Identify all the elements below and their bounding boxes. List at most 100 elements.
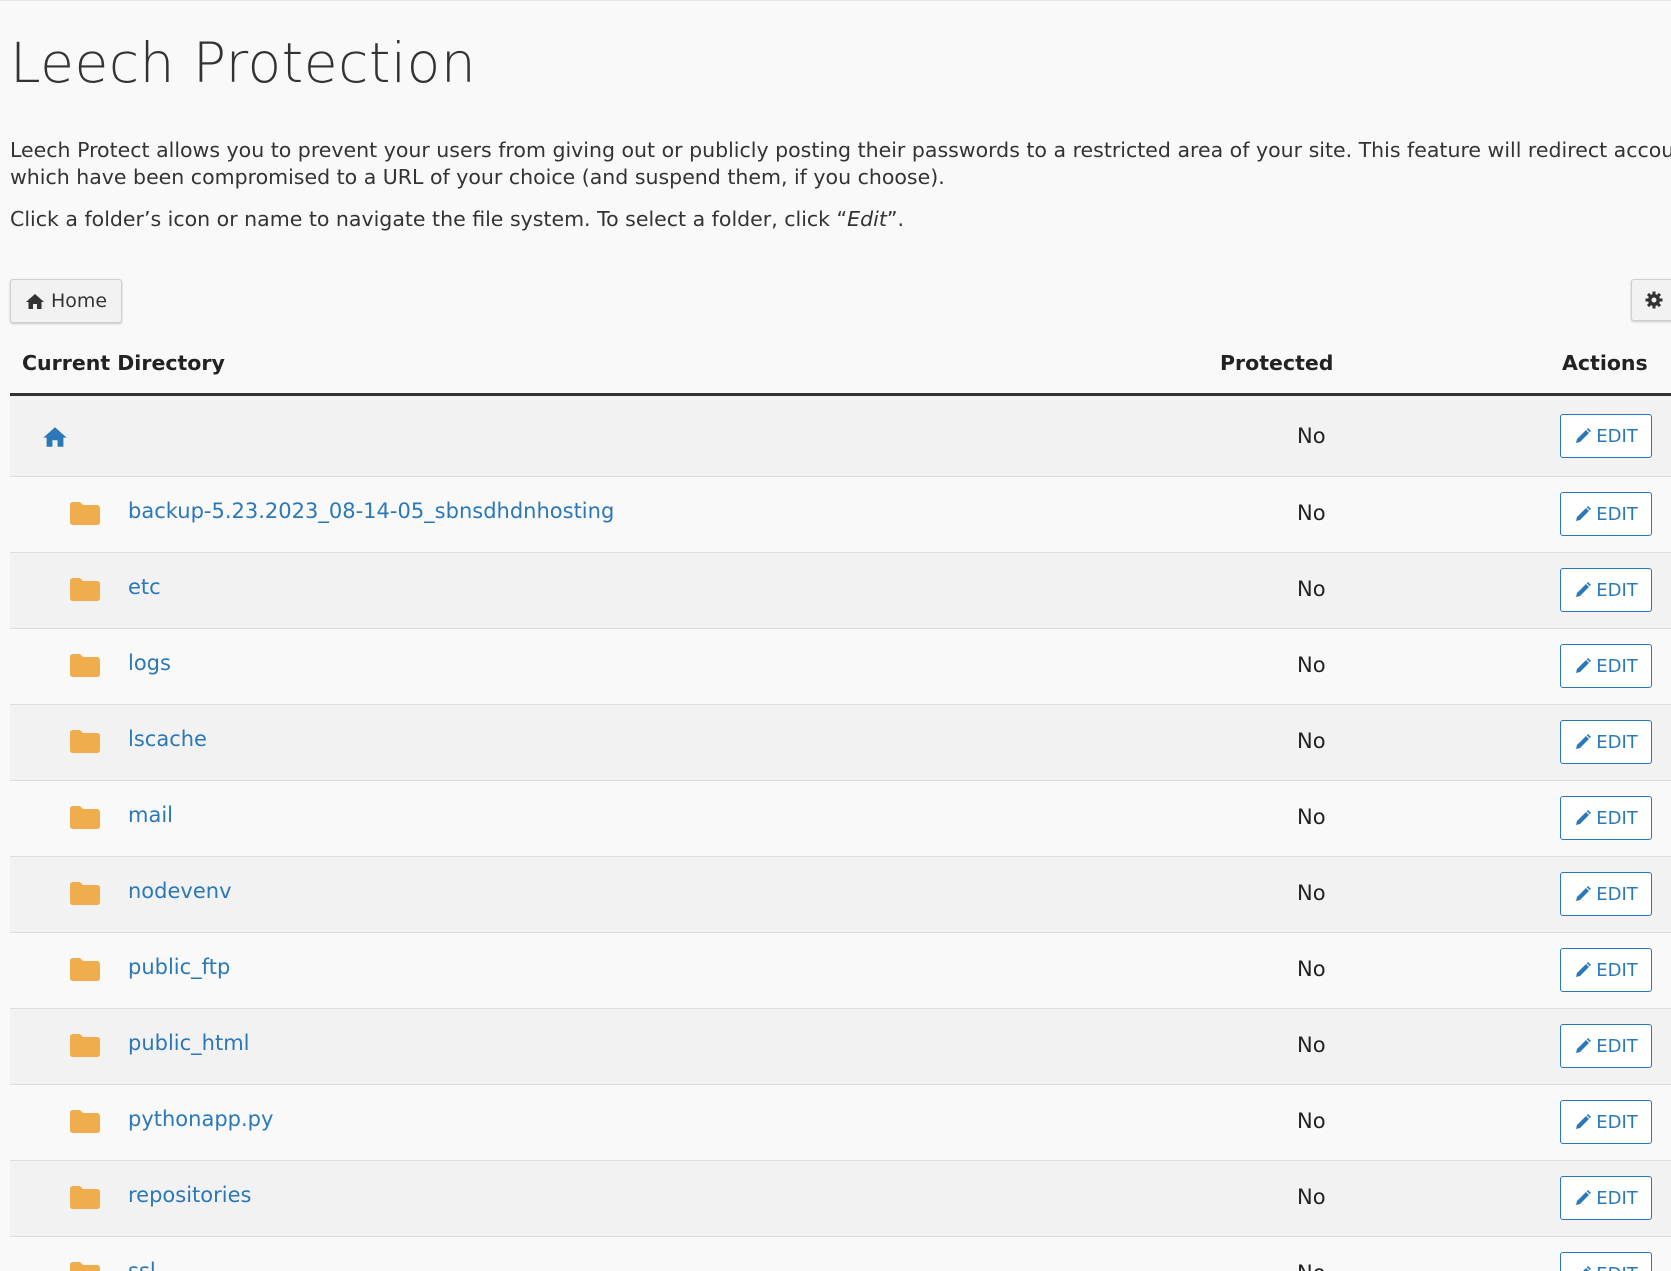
folder-icon[interactable] [70,881,100,905]
page-title: Leech Protection [10,31,477,95]
edit-button[interactable]: EDIT [1560,414,1652,458]
folder-icon[interactable] [70,1033,100,1057]
protected-status: No [1297,424,1326,448]
pencil-icon [1574,657,1592,675]
pencil-icon [1574,427,1592,445]
edit-button-label: EDIT [1596,1035,1638,1057]
folder-name-link[interactable]: public_ftp [128,955,230,979]
settings-button[interactable] [1631,279,1671,321]
folder-name-link[interactable]: ssl [128,1259,156,1271]
edit-button-label: EDIT [1596,959,1638,981]
folder-name-link[interactable]: etc [128,575,161,599]
edit-button[interactable]: EDIT [1560,720,1652,764]
edit-button[interactable]: EDIT [1560,492,1652,536]
folder-name-link[interactable]: repositories [128,1183,251,1207]
edit-button-label: EDIT [1596,807,1638,829]
folder-name-link[interactable]: backup-5.23.2023_08-14-05_sbnsdhdnhostin… [128,499,614,523]
edit-button-label: EDIT [1596,503,1638,525]
table-row: lscache No EDIT [10,705,1671,781]
folder-icon[interactable] [70,501,100,525]
leech-protection-page: Leech Protection Leech Protect allows yo… [0,0,1671,1271]
protected-status: No [1297,501,1326,525]
edit-button[interactable]: EDIT [1560,1100,1652,1144]
column-header-protected: Protected [1220,351,1334,375]
gear-icon [1645,291,1663,309]
column-header-actions: Actions [1562,351,1648,375]
pencil-icon [1574,961,1592,979]
folder-name-link[interactable]: nodevenv [128,879,232,903]
hint-text-after: ”. [886,207,905,231]
home-icon[interactable] [42,426,68,448]
protected-status: No [1297,1261,1326,1271]
table-row: etc No EDIT [10,553,1671,629]
home-button-label: Home [51,290,108,312]
table-row: backup-5.23.2023_08-14-05_sbnsdhdnhostin… [10,477,1671,553]
folder-name-link[interactable]: public_html [128,1031,250,1055]
pencil-icon [1574,581,1592,599]
edit-button-label: EDIT [1596,579,1638,601]
protected-status: No [1297,1033,1326,1057]
folder-icon[interactable] [70,805,100,829]
page-description: Leech Protect allows you to prevent your… [10,138,1671,189]
edit-button-label: EDIT [1596,1264,1638,1271]
pencil-icon [1574,1113,1592,1131]
directory-table-body: No EDIT backup-5.23.2023_08-14-05_sbnsdh… [10,396,1671,1271]
pencil-icon [1574,809,1592,827]
edit-button[interactable]: EDIT [1560,872,1652,916]
column-header-current-directory: Current Directory [22,351,225,375]
pencil-icon [1574,885,1592,903]
edit-button[interactable]: EDIT [1560,796,1652,840]
edit-button-label: EDIT [1596,1187,1638,1209]
protected-status: No [1297,957,1326,981]
directory-table-header: Current Directory Protected Actions [10,341,1671,396]
edit-button[interactable]: EDIT [1560,1252,1652,1271]
protected-status: No [1297,577,1326,601]
pencil-icon [1574,1265,1592,1271]
table-row: ssl No EDIT [10,1237,1671,1271]
edit-button[interactable]: EDIT [1560,1176,1652,1220]
protected-status: No [1297,653,1326,677]
navigation-hint: Click a folder’s icon or name to navigat… [10,206,904,233]
edit-button-label: EDIT [1596,655,1638,677]
pencil-icon [1574,505,1592,523]
edit-button[interactable]: EDIT [1560,568,1652,612]
table-row: public_html No EDIT [10,1009,1671,1085]
pencil-icon [1574,1189,1592,1207]
edit-button[interactable]: EDIT [1560,948,1652,992]
folder-name-link[interactable]: pythonapp.py [128,1107,273,1131]
table-row: repositories No EDIT [10,1161,1671,1237]
edit-button-label: EDIT [1596,425,1638,447]
table-row: mail No EDIT [10,781,1671,857]
table-row: pythonapp.py No EDIT [10,1085,1671,1161]
protected-status: No [1297,729,1326,753]
protected-status: No [1297,1185,1326,1209]
folder-icon[interactable] [70,729,100,753]
protected-status: No [1297,805,1326,829]
home-icon [25,293,45,310]
home-button[interactable]: Home [10,279,123,323]
edit-button[interactable]: EDIT [1560,1024,1652,1068]
table-row: nodevenv No EDIT [10,857,1671,933]
folder-icon[interactable] [70,1185,100,1209]
edit-button-label: EDIT [1596,731,1638,753]
folder-icon[interactable] [70,1261,100,1271]
folder-rows: backup-5.23.2023_08-14-05_sbnsdhdnhostin… [10,477,1671,1271]
folder-icon[interactable] [70,1109,100,1133]
protected-status: No [1297,1109,1326,1133]
folder-name-link[interactable]: lscache [128,727,207,751]
protected-status: No [1297,881,1326,905]
pencil-icon [1574,1037,1592,1055]
table-row: public_ftp No EDIT [10,933,1671,1009]
folder-icon[interactable] [70,577,100,601]
edit-button[interactable]: EDIT [1560,644,1652,688]
folder-icon[interactable] [70,957,100,981]
folder-icon[interactable] [70,653,100,677]
table-row: logs No EDIT [10,629,1671,705]
edit-button-label: EDIT [1596,883,1638,905]
hint-text-before: Click a folder’s icon or name to navigat… [10,207,848,231]
folder-name-link[interactable]: logs [128,651,171,675]
folder-name-link[interactable]: mail [128,803,173,827]
edit-button-label: EDIT [1596,1111,1638,1133]
table-row-root: No EDIT [10,396,1671,477]
pencil-icon [1574,733,1592,751]
